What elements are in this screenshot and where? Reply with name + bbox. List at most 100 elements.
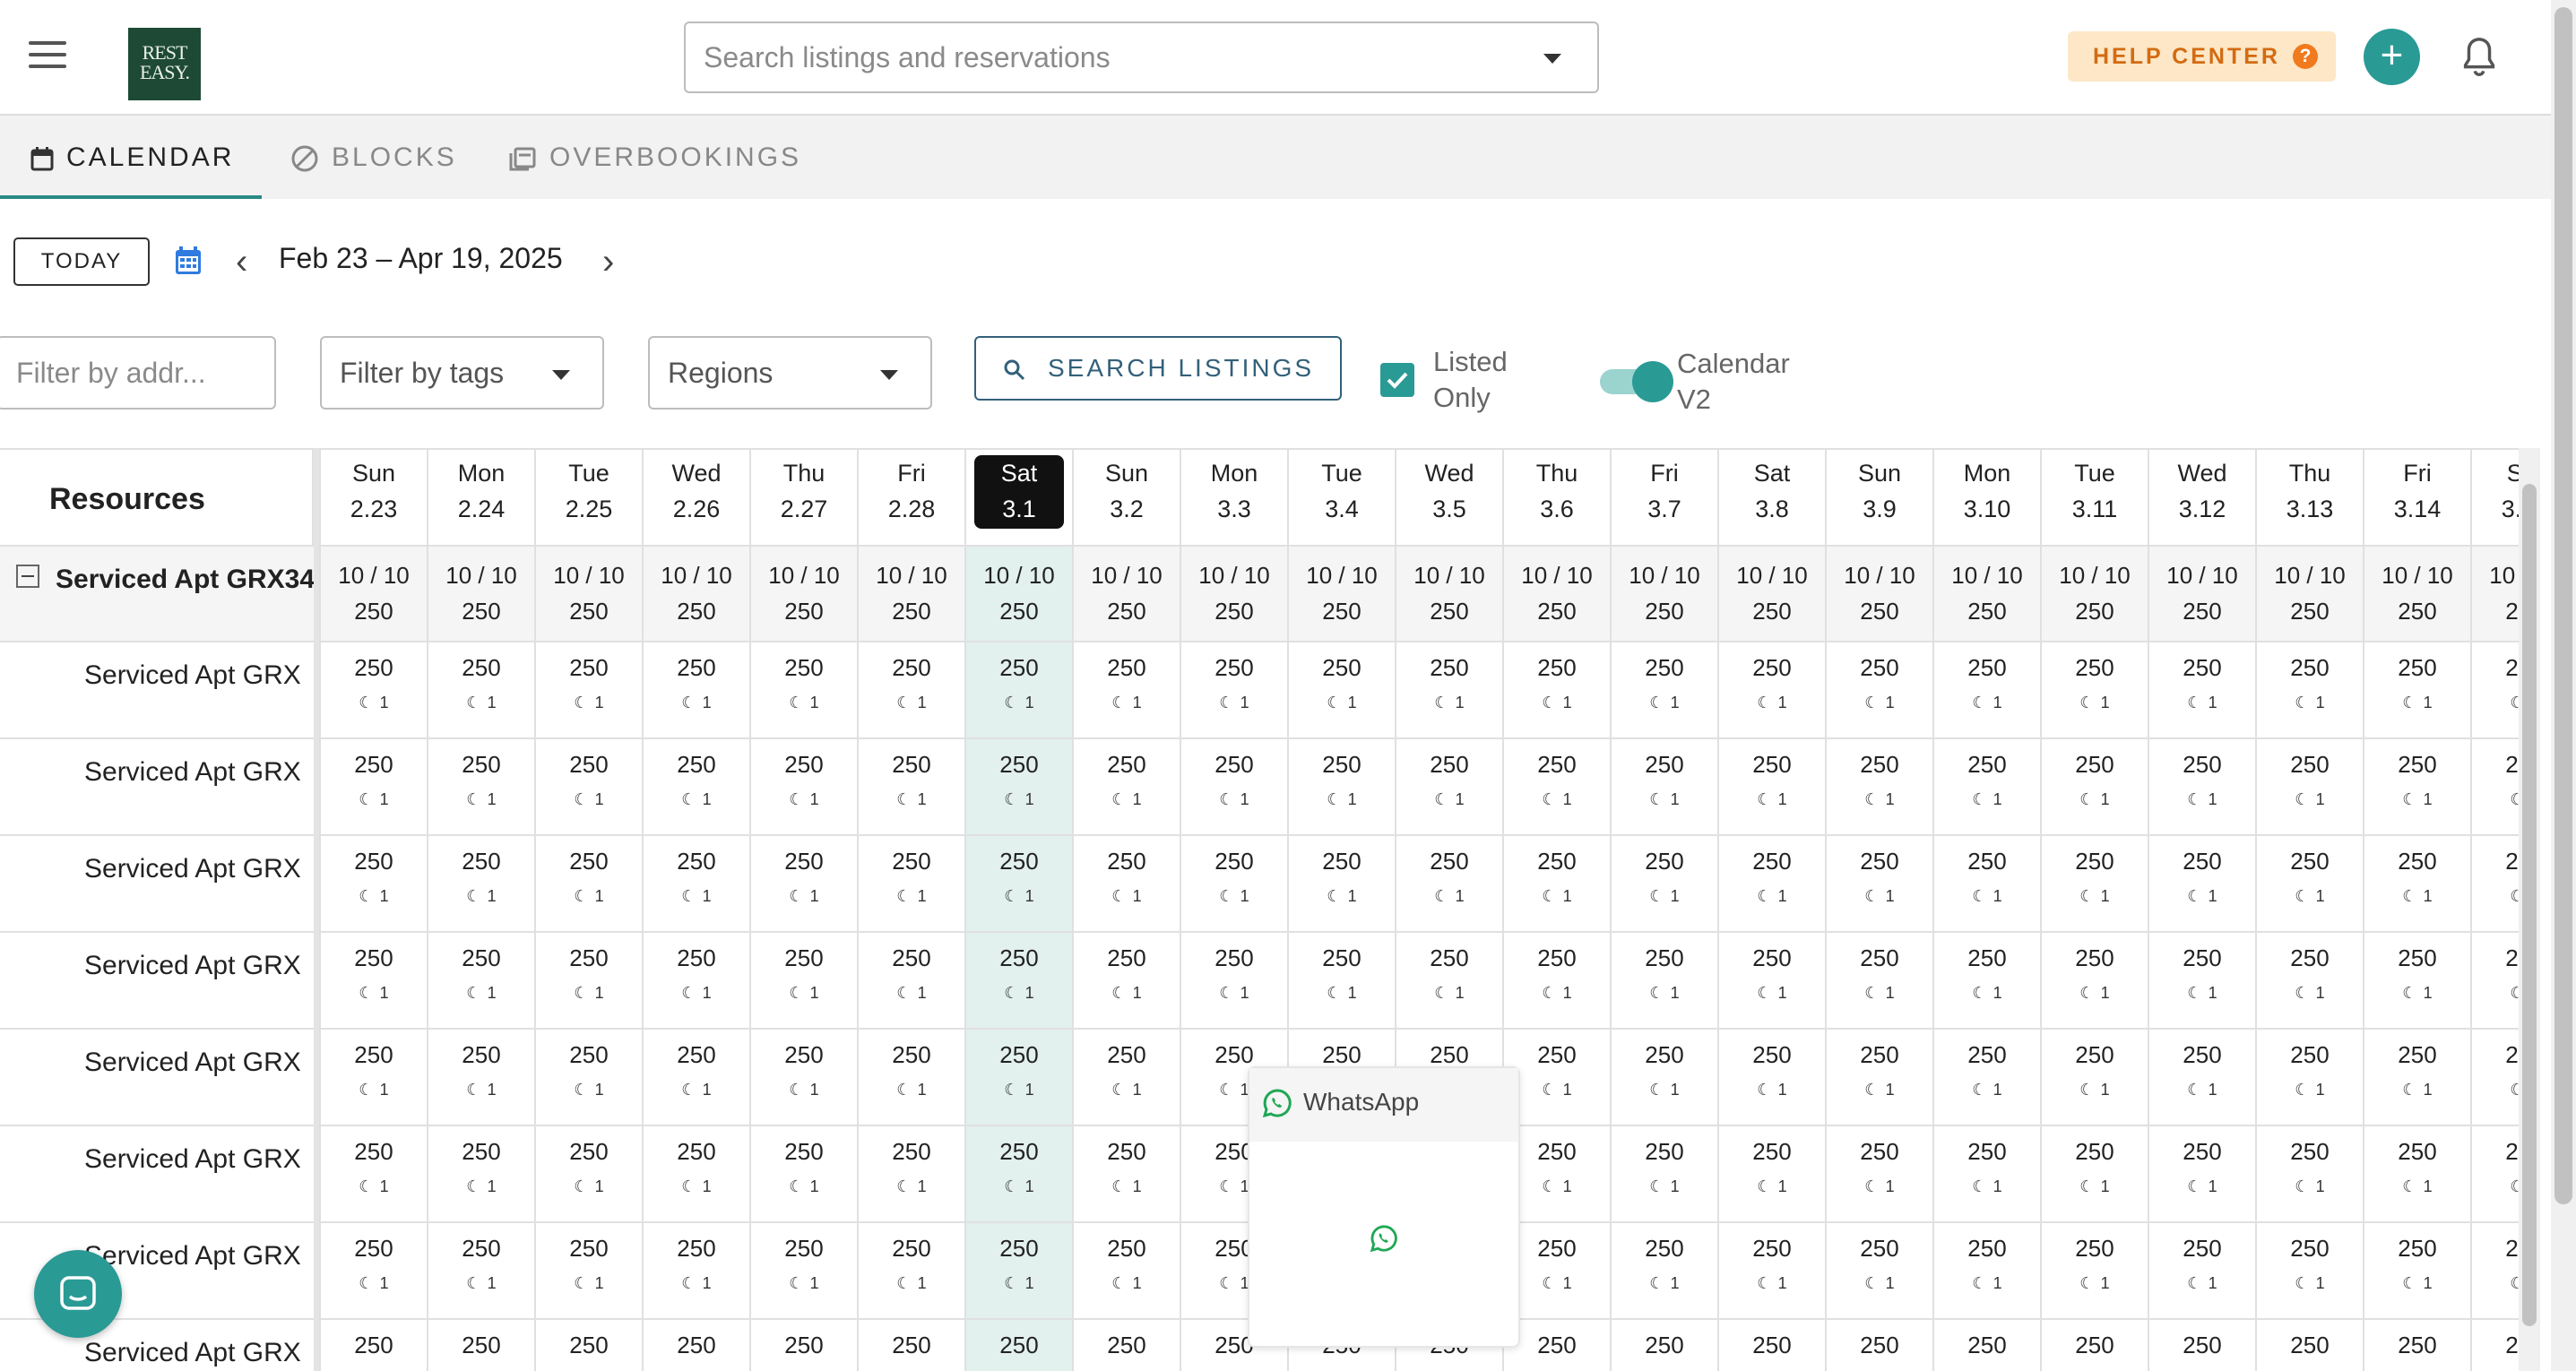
day-header[interactable]: Thu 2.27 xyxy=(751,448,857,547)
price-cell[interactable]: 250☾ 1 xyxy=(644,642,749,739)
day-header[interactable]: Fri 3.7 xyxy=(1612,448,1717,547)
price-cell[interactable]: 250☾ 1 xyxy=(536,739,642,836)
group-availability-cell[interactable]: 10 / 10 250 xyxy=(2364,547,2470,642)
price-cell[interactable]: 250☾ 1 xyxy=(2472,836,2519,933)
chevron-down-icon[interactable] xyxy=(1543,54,1561,64)
price-cell[interactable]: 250☾ 1 xyxy=(1827,1223,1932,1320)
price-cell[interactable]: 250☾ 1 xyxy=(1074,836,1180,933)
group-availability-cell[interactable]: 10 / 10 250 xyxy=(428,547,534,642)
price-cell[interactable]: 250☾ 1 xyxy=(1289,933,1395,1030)
price-cell[interactable]: 250☾ 1 xyxy=(2472,1320,2519,1371)
price-cell[interactable]: 250☾ 1 xyxy=(1612,836,1717,933)
day-header[interactable]: Wed 2.26 xyxy=(644,448,749,547)
hamburger-menu-icon[interactable] xyxy=(29,41,66,70)
price-cell[interactable]: 250☾ 1 xyxy=(2364,739,2470,836)
price-cell[interactable]: 250☾ 1 xyxy=(644,1223,749,1320)
price-cell[interactable]: 250☾ 1 xyxy=(321,933,427,1030)
price-cell[interactable]: 250☾ 1 xyxy=(2149,1126,2255,1223)
listing-row[interactable]: Serviced Apt GRX xyxy=(0,933,314,1030)
price-cell[interactable]: 250☾ 1 xyxy=(1612,1320,1717,1371)
price-cell[interactable]: 250☾ 1 xyxy=(2149,933,2255,1030)
price-cell[interactable]: 250☾ 1 xyxy=(1612,739,1717,836)
day-header[interactable]: Fri 3.14 xyxy=(2364,448,2470,547)
price-cell[interactable]: 250☾ 1 xyxy=(2257,836,2363,933)
price-cell[interactable]: 250☾ 1 xyxy=(644,1126,749,1223)
price-cell[interactable]: 250☾ 1 xyxy=(321,836,427,933)
resource-group-row[interactable]: Serviced Apt GRX34 xyxy=(0,547,314,642)
price-cell[interactable]: 250☾ 1 xyxy=(1074,1320,1180,1371)
price-cell[interactable]: 250☾ 1 xyxy=(2472,739,2519,836)
date-picker-icon[interactable] xyxy=(174,246,203,276)
price-cell[interactable]: 250☾ 1 xyxy=(1074,1223,1180,1320)
price-cell[interactable]: 250☾ 1 xyxy=(1612,642,1717,739)
price-cell[interactable]: 250☾ 1 xyxy=(1074,739,1180,836)
listing-row[interactable]: Serviced Apt GRX xyxy=(0,642,314,739)
price-cell[interactable]: 250☾ 1 xyxy=(966,739,1072,836)
price-cell[interactable]: 250☾ 1 xyxy=(859,1223,964,1320)
price-cell[interactable]: 250☾ 1 xyxy=(1074,642,1180,739)
price-cell[interactable]: 250☾ 1 xyxy=(644,1030,749,1126)
day-header[interactable]: Sat 3.8 xyxy=(1719,448,1825,547)
price-cell[interactable]: 250☾ 1 xyxy=(1612,1223,1717,1320)
day-header[interactable]: Sun 3.9 xyxy=(1827,448,1932,547)
price-cell[interactable]: 250☾ 1 xyxy=(751,836,857,933)
price-cell[interactable]: 250☾ 1 xyxy=(644,836,749,933)
price-cell[interactable]: 250☾ 1 xyxy=(1289,642,1395,739)
price-cell[interactable]: 250☾ 1 xyxy=(1181,933,1287,1030)
price-cell[interactable]: 250☾ 1 xyxy=(1504,739,1610,836)
price-cell[interactable]: 250☾ 1 xyxy=(536,836,642,933)
price-cell[interactable]: 250☾ 1 xyxy=(2042,1223,2148,1320)
price-cell[interactable]: 250☾ 1 xyxy=(1612,1030,1717,1126)
price-cell[interactable]: 250☾ 1 xyxy=(966,1223,1072,1320)
price-cell[interactable]: 250☾ 1 xyxy=(2042,642,2148,739)
price-cell[interactable]: 250☾ 1 xyxy=(1719,836,1825,933)
price-cell[interactable]: 250☾ 1 xyxy=(2364,642,2470,739)
address-filter-input[interactable]: Filter by addr... xyxy=(0,336,276,410)
price-cell[interactable]: 250☾ 1 xyxy=(321,1320,427,1371)
whatsapp-widget[interactable]: WhatsApp xyxy=(1248,1066,1520,1348)
price-cell[interactable]: 250☾ 1 xyxy=(2364,836,2470,933)
listing-row[interactable]: Serviced Apt GRX xyxy=(0,836,314,933)
today-button[interactable]: TODAY xyxy=(13,237,150,286)
price-cell[interactable]: 250☾ 1 xyxy=(859,836,964,933)
day-header[interactable]: Sat 3.15 xyxy=(2472,448,2519,547)
search-input[interactable] xyxy=(704,38,1510,77)
group-availability-cell[interactable]: 10 / 10 250 xyxy=(536,547,642,642)
price-cell[interactable]: 250☾ 1 xyxy=(2472,1030,2519,1126)
price-cell[interactable]: 250☾ 1 xyxy=(1827,1030,1932,1126)
price-cell[interactable]: 250☾ 1 xyxy=(1504,642,1610,739)
price-cell[interactable]: 250☾ 1 xyxy=(2472,642,2519,739)
price-cell[interactable]: 250☾ 1 xyxy=(2472,933,2519,1030)
price-cell[interactable]: 250☾ 1 xyxy=(321,1030,427,1126)
price-cell[interactable]: 250☾ 1 xyxy=(2472,1126,2519,1223)
price-cell[interactable]: 250☾ 1 xyxy=(1719,1320,1825,1371)
price-cell[interactable]: 250☾ 1 xyxy=(859,1030,964,1126)
next-range-button[interactable]: › xyxy=(602,244,614,280)
day-header[interactable]: Thu 3.6 xyxy=(1504,448,1610,547)
price-cell[interactable]: 250☾ 1 xyxy=(428,1030,534,1126)
price-cell[interactable]: 250☾ 1 xyxy=(1612,933,1717,1030)
day-header[interactable]: Mon 2.24 xyxy=(428,448,534,547)
price-cell[interactable]: 250☾ 1 xyxy=(428,1126,534,1223)
tab-blocks[interactable]: BLOCKS xyxy=(290,116,457,199)
price-cell[interactable]: 250☾ 1 xyxy=(2364,1320,2470,1371)
price-cell[interactable]: 250☾ 1 xyxy=(2257,739,2363,836)
price-cell[interactable]: 250☾ 1 xyxy=(428,836,534,933)
price-cell[interactable]: 250☾ 1 xyxy=(2364,1223,2470,1320)
price-cell[interactable]: 250☾ 1 xyxy=(1934,642,2040,739)
day-header[interactable]: Sun 3.2 xyxy=(1074,448,1180,547)
group-availability-cell[interactable]: 10 / 10 250 xyxy=(644,547,749,642)
price-cell[interactable]: 250☾ 1 xyxy=(428,642,534,739)
price-cell[interactable]: 250☾ 1 xyxy=(536,1223,642,1320)
price-cell[interactable]: 250☾ 1 xyxy=(751,642,857,739)
price-cell[interactable]: 250☾ 1 xyxy=(1396,642,1502,739)
price-cell[interactable]: 250☾ 1 xyxy=(1719,642,1825,739)
group-availability-cell[interactable]: 10 / 10 250 xyxy=(1719,547,1825,642)
price-cell[interactable]: 250☾ 1 xyxy=(1396,933,1502,1030)
price-cell[interactable]: 250☾ 1 xyxy=(536,642,642,739)
price-cell[interactable]: 250☾ 1 xyxy=(751,739,857,836)
price-cell[interactable]: 250☾ 1 xyxy=(2257,933,2363,1030)
group-availability-cell[interactable]: 10 / 10 250 xyxy=(1396,547,1502,642)
price-cell[interactable]: 250☾ 1 xyxy=(536,1126,642,1223)
price-cell[interactable]: 250☾ 1 xyxy=(1934,933,2040,1030)
